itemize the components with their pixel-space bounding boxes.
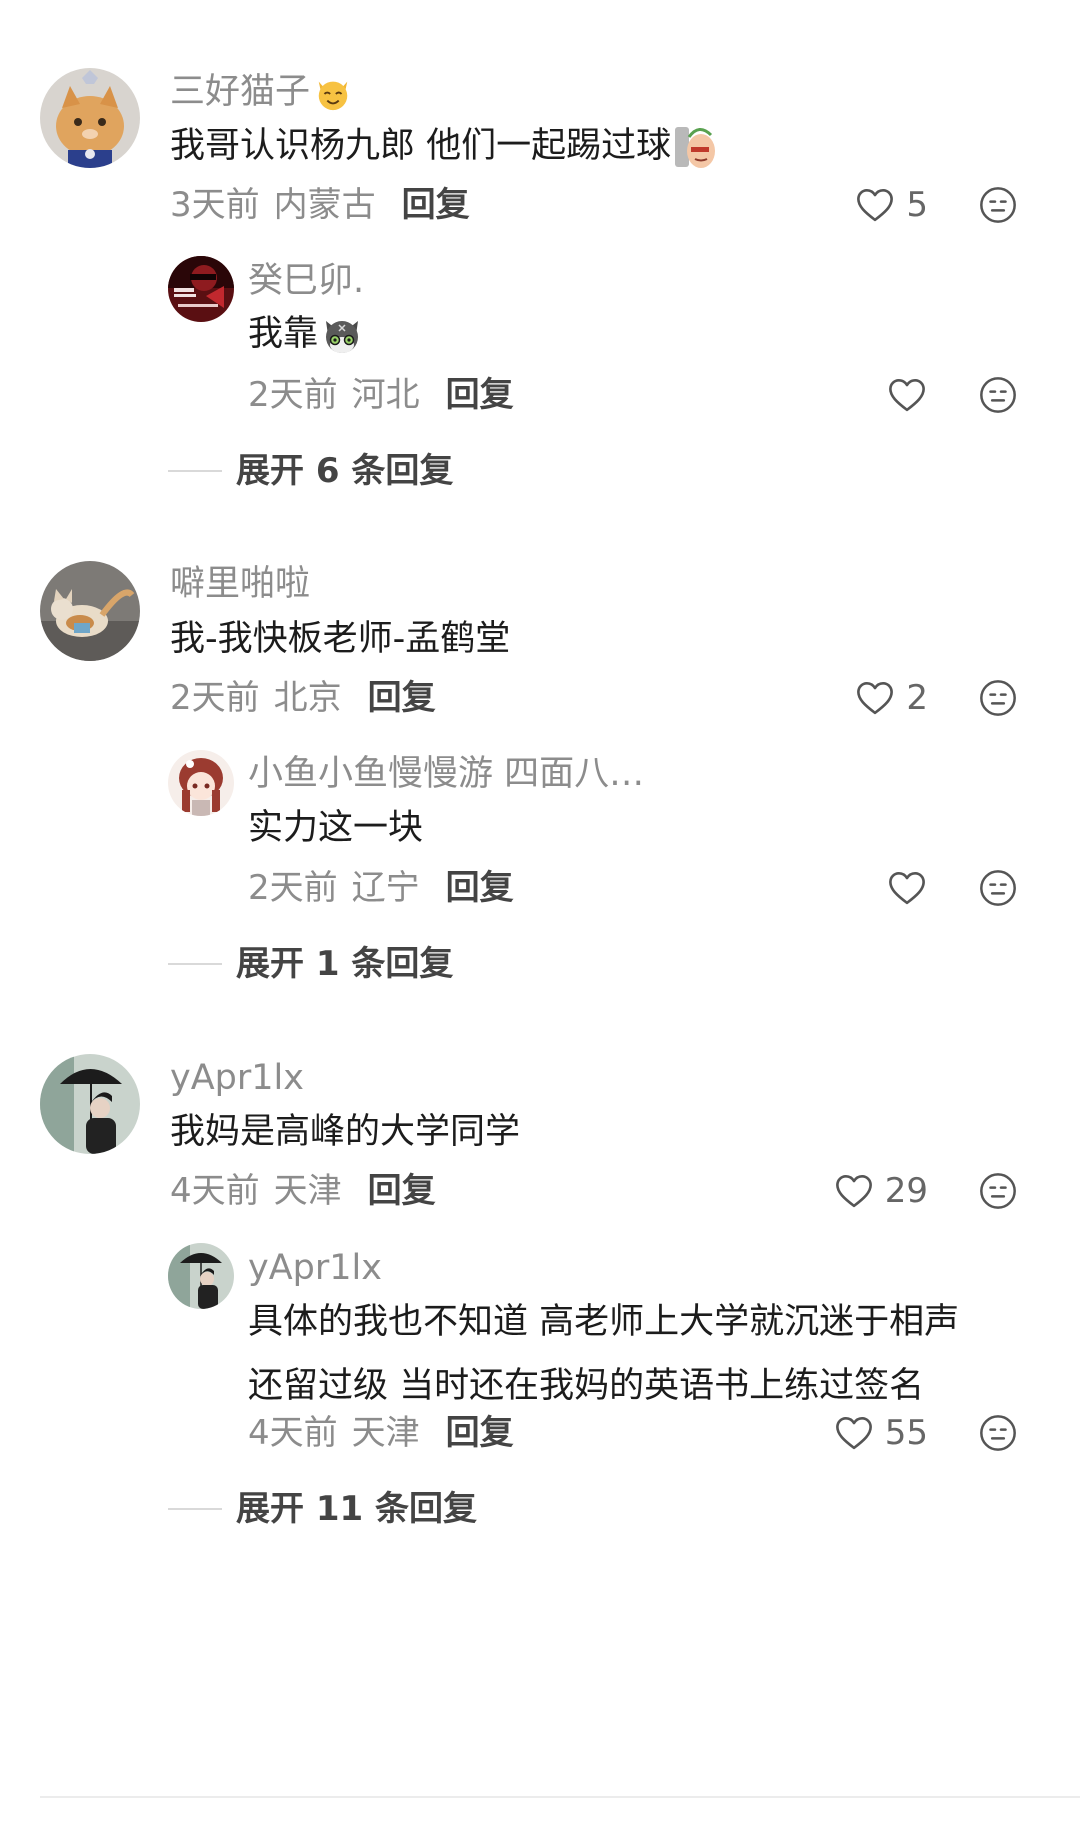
dislike-button[interactable] [978, 1413, 1018, 1453]
expand-divider [168, 470, 222, 472]
like-button[interactable] [886, 374, 928, 416]
like-count: 29 [884, 1171, 928, 1211]
heart-icon [889, 378, 925, 412]
reply-text-content: 我靠 [248, 314, 319, 354]
reply-button[interactable]: 回复 [402, 185, 470, 225]
reply-button[interactable]: 回复 [368, 678, 436, 718]
dislike-button[interactable] [978, 678, 1018, 718]
username[interactable]: 噼里啪啦 [170, 567, 310, 602]
expand-replies-button[interactable]: 展开 6 条回复 [168, 454, 453, 488]
dislike-face-icon [980, 377, 1016, 413]
reply-button[interactable]: 回复 [446, 1413, 514, 1453]
dislike-button[interactable] [978, 185, 1018, 225]
dislike-face-icon [980, 870, 1016, 906]
reply-meta: 2天前 辽宁 回复 [248, 871, 514, 905]
like-button[interactable]: 55 [833, 1412, 928, 1454]
username[interactable]: 三好猫子 [170, 74, 352, 112]
comment-text: 我哥认识杨九郎 他们一起踢过球 [170, 114, 717, 178]
comment-thread: 三好猫子 我哥认识杨九郎 他们一起踢过球 3天前 内蒙古 回复 5 癸巳卯. 我靠 … [0, 0, 1080, 540]
like-count: 5 [906, 185, 928, 225]
expand-replies-label[interactable]: 展开 6 条回复 [236, 454, 453, 488]
avatar[interactable] [40, 1054, 140, 1154]
avatar[interactable] [40, 561, 140, 661]
expand-replies-label[interactable]: 展开 11 条回复 [236, 1492, 477, 1526]
reply-button[interactable]: 回复 [446, 375, 514, 415]
peeking-sticker-icon [675, 127, 716, 168]
like-button[interactable]: 5 [854, 184, 928, 226]
expand-replies-button[interactable]: 展开 1 条回复 [168, 947, 453, 981]
username[interactable]: yApr1lx [170, 1061, 304, 1096]
reply-avatar[interactable] [168, 256, 234, 322]
reply-username[interactable]: yApr1lx [248, 1251, 382, 1286]
comment-meta: 3天前 内蒙古 回复 [170, 188, 470, 222]
region: 内蒙古 [273, 185, 376, 225]
dislike-face-icon [980, 187, 1016, 223]
heart-icon [857, 681, 894, 715]
like-button[interactable]: 29 [833, 1170, 928, 1212]
heart-icon [889, 871, 925, 905]
timestamp: 2天前 [248, 375, 338, 415]
dislike-button[interactable] [978, 868, 1018, 908]
reply-meta: 4天前 天津 回复 [248, 1416, 514, 1450]
reply-avatar[interactable] [168, 750, 234, 816]
expand-replies-button[interactable]: 展开 11 条回复 [168, 1492, 477, 1526]
username-text[interactable]: 三好猫子 [170, 72, 310, 112]
region: 天津 [351, 1413, 420, 1453]
comment-meta: 2天前 北京 回复 [170, 681, 436, 715]
reply-text: 具体的我也不知道 高老师上大学就沉迷于相声 还留过级 当时还在我妈的英语书上练过… [248, 1290, 959, 1418]
reply-text: 我靠 [248, 302, 362, 366]
region: 河北 [351, 375, 420, 415]
reply-button[interactable]: 回复 [368, 1171, 436, 1211]
expand-replies-label[interactable]: 展开 1 条回复 [236, 947, 453, 981]
comment-text: 我-我快板老师-孟鹤堂 [170, 619, 511, 659]
reply-text: 实力这一块 [248, 808, 424, 848]
comment-text-content: 我哥认识杨九郎 他们一起踢过球 [170, 126, 672, 166]
avatar[interactable] [40, 68, 140, 168]
heart-icon [857, 188, 894, 222]
bottom-divider [40, 1796, 1080, 1798]
reply-text-line: 还留过级 当时还在我妈的英语书上练过签名 [248, 1366, 925, 1406]
timestamp: 3天前 [170, 185, 260, 225]
reply-username[interactable]: 小鱼小鱼慢慢游 四面八… [248, 757, 644, 792]
expand-divider [168, 963, 222, 965]
like-count: 55 [884, 1413, 928, 1453]
reply-button[interactable]: 回复 [446, 868, 514, 908]
grey-cat-sticker-icon [326, 321, 359, 353]
heart-icon [835, 1174, 872, 1208]
heart-icon [835, 1416, 872, 1450]
cat-face-emoji-icon [318, 81, 348, 111]
reply-username[interactable]: 癸巳卯. [248, 264, 364, 299]
dislike-face-icon [980, 680, 1016, 716]
reply-avatar[interactable] [168, 1243, 234, 1309]
expand-divider [168, 1508, 222, 1510]
like-count: 2 [906, 678, 928, 718]
dislike-face-icon [980, 1415, 1016, 1451]
dislike-button[interactable] [978, 375, 1018, 415]
dislike-button[interactable] [978, 1171, 1018, 1211]
like-button[interactable]: 2 [854, 677, 928, 719]
region: 辽宁 [351, 868, 420, 908]
timestamp: 2天前 [170, 678, 260, 718]
dislike-face-icon [980, 1173, 1016, 1209]
reply-text-line: 具体的我也不知道 高老师上大学就沉迷于相声 [248, 1302, 960, 1342]
region: 北京 [273, 678, 342, 718]
like-button[interactable] [886, 867, 928, 909]
comment-meta: 4天前 天津 回复 [170, 1174, 436, 1208]
region: 天津 [273, 1171, 342, 1211]
comment-text: 我妈是高峰的大学同学 [170, 1112, 521, 1152]
timestamp: 4天前 [170, 1171, 260, 1211]
reply-meta: 2天前 河北 回复 [248, 378, 514, 412]
timestamp: 2天前 [248, 868, 338, 908]
timestamp: 4天前 [248, 1413, 338, 1453]
